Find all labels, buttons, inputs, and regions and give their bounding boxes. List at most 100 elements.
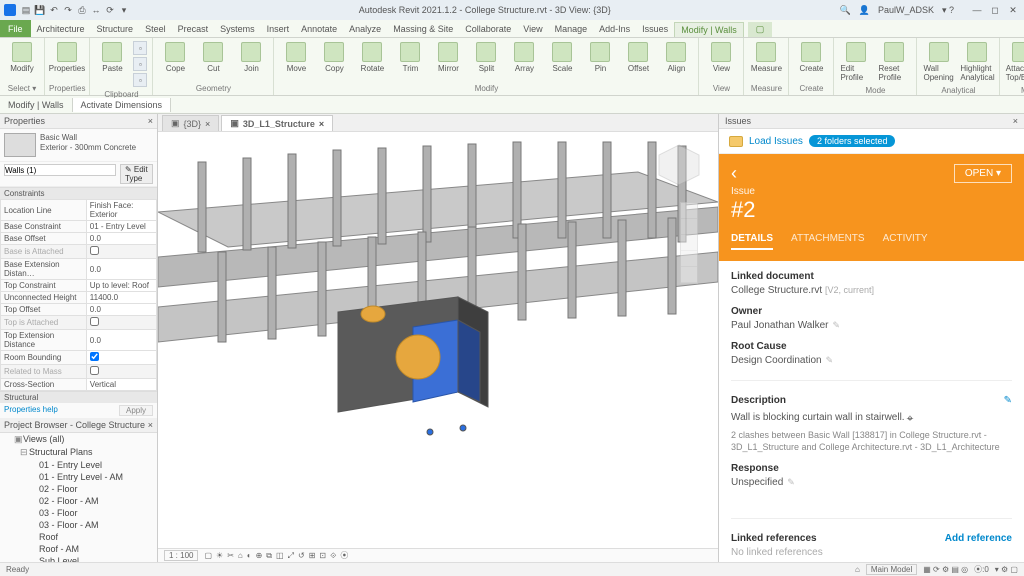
nav-pan-icon[interactable] bbox=[681, 219, 697, 235]
ribbon-tab-add-ins[interactable]: Add-Ins bbox=[593, 22, 636, 37]
ribbon-tab-issues[interactable]: Issues bbox=[636, 22, 674, 37]
ribbon-button-trim[interactable]: Trim bbox=[392, 40, 428, 75]
ribbon-button-pin[interactable]: Pin bbox=[582, 40, 618, 75]
ribbon-button-copy[interactable]: Copy bbox=[316, 40, 352, 75]
prop-value[interactable] bbox=[86, 365, 156, 379]
ribbon-small-cut[interactable]: ▫ bbox=[133, 41, 147, 55]
view-control-icon-8[interactable]: ⤢ bbox=[288, 551, 294, 560]
ribbon-button-modify[interactable]: Modify bbox=[4, 40, 40, 75]
ribbon-context-box[interactable]: ▢ bbox=[748, 22, 773, 37]
prop-value[interactable]: Up to level: Roof bbox=[86, 280, 156, 292]
root-cause-edit-icon[interactable]: ✎ bbox=[826, 355, 834, 365]
prop-checkbox[interactable] bbox=[90, 366, 99, 375]
ribbon-button-reset-profile[interactable]: Reset Profile bbox=[876, 40, 912, 84]
ribbon-tab-architecture[interactable]: Architecture bbox=[31, 22, 91, 37]
status-model-selector[interactable]: Main Model bbox=[866, 564, 917, 575]
properties-filter[interactable] bbox=[4, 164, 116, 176]
view-control-icon-4[interactable]: ◐ bbox=[247, 551, 252, 560]
quick-access-toolbar[interactable]: ▤ 💾 ↶ ↷ ⎙ ↔ ⟳ ▾ bbox=[20, 4, 130, 16]
qat-print-icon[interactable]: ⎙ bbox=[76, 4, 88, 16]
qat-sync-icon[interactable]: ⟳ bbox=[104, 4, 116, 16]
prop-row[interactable]: Top Offset0.0 bbox=[1, 304, 157, 316]
status-icons[interactable]: ▦ ⟳ ⚙ ▤ ◎ bbox=[923, 565, 968, 574]
prop-checkbox[interactable] bbox=[90, 246, 99, 255]
user-name[interactable]: PaulW_ADSK bbox=[878, 5, 934, 15]
load-issues-link[interactable]: Load Issues bbox=[749, 136, 803, 147]
ribbon-button-split[interactable]: Split bbox=[468, 40, 504, 75]
view-control-icon-13[interactable]: ⦿ bbox=[340, 551, 348, 560]
ribbon-button-mirror[interactable]: Mirror bbox=[430, 40, 466, 75]
view-tab[interactable]: ▣{3D}× bbox=[162, 115, 219, 131]
ribbon-button-cope[interactable]: Cope bbox=[157, 40, 193, 75]
prop-value[interactable] bbox=[86, 245, 156, 259]
qat-open-icon[interactable]: ▤ bbox=[20, 4, 32, 16]
prop-row[interactable]: Base Extension Distan…0.0 bbox=[1, 259, 157, 280]
owner-edit-icon[interactable]: ✎ bbox=[832, 320, 840, 330]
view-control-icon-10[interactable]: ⊞ bbox=[309, 551, 316, 560]
qat-undo-icon[interactable]: ↶ bbox=[48, 4, 60, 16]
view-tab[interactable]: ▣3D_L1_Structure× bbox=[221, 115, 333, 131]
prop-row[interactable]: Unconnected Height11400.0 bbox=[1, 292, 157, 304]
prop-row[interactable]: Room Bounding bbox=[1, 351, 157, 365]
prop-value[interactable]: 0.0 bbox=[86, 330, 156, 351]
browser-node[interactable]: ⊟Structural Plans bbox=[0, 446, 157, 459]
ribbon-small-match[interactable]: ▫ bbox=[133, 73, 147, 87]
prop-value[interactable]: 01 - Entry Level bbox=[86, 221, 156, 233]
browser-node[interactable]: 03 - Floor - AM bbox=[0, 519, 157, 531]
view-scale[interactable]: 1 : 100 bbox=[164, 550, 198, 561]
add-reference-button[interactable]: Add reference bbox=[945, 533, 1012, 547]
ribbon-button-move[interactable]: Move bbox=[278, 40, 314, 75]
ribbon-button-highlight-analytical[interactable]: Highlight Analytical bbox=[959, 40, 995, 84]
issues-load-row[interactable]: Load Issues 2 folders selected bbox=[719, 129, 1024, 154]
view-control-icon-12[interactable]: ⟐ bbox=[330, 551, 336, 560]
description-edit-icon[interactable]: ✎ bbox=[1004, 395, 1012, 406]
ribbon-tab-massing-site[interactable]: Massing & Site bbox=[387, 22, 459, 37]
nav-look-icon[interactable] bbox=[681, 267, 697, 283]
view-control-bar[interactable]: 1 : 100 ▢☀✂⌂◐⊕⧉◫⤢↺⊞⊡⟐⦿ bbox=[158, 548, 718, 562]
browser-node[interactable]: 02 - Floor bbox=[0, 483, 157, 495]
view-control-icon-5[interactable]: ⊕ bbox=[256, 551, 263, 560]
qat-measure-icon[interactable]: ↔ bbox=[90, 4, 102, 16]
browser-node[interactable]: 02 - Floor - AM bbox=[0, 495, 157, 507]
activate-dimensions-button[interactable]: Activate Dimensions bbox=[73, 98, 172, 112]
view-control-icon-11[interactable]: ⊡ bbox=[319, 551, 326, 560]
issues-panel-close-icon[interactable]: × bbox=[1013, 116, 1018, 126]
nav-zoom-icon[interactable] bbox=[681, 235, 697, 251]
ribbon-small-copy[interactable]: ▫ bbox=[133, 57, 147, 71]
ribbon-tab-manage[interactable]: Manage bbox=[549, 22, 594, 37]
prop-row[interactable]: Cross-SectionVertical bbox=[1, 379, 157, 391]
browser-node[interactable]: Roof - AM bbox=[0, 543, 157, 555]
ribbon-tab-systems[interactable]: Systems bbox=[214, 22, 261, 37]
browser-node[interactable]: 01 - Entry Level - AM bbox=[0, 471, 157, 483]
prop-section-structural[interactable]: Structural bbox=[0, 391, 157, 403]
ribbon-button-view[interactable]: View bbox=[703, 40, 739, 75]
ribbon-button-paste[interactable]: Paste bbox=[94, 40, 130, 88]
ribbon-button-properties[interactable]: Properties bbox=[49, 40, 85, 75]
issue-tab-details[interactable]: DETAILS bbox=[731, 233, 773, 250]
browser-node[interactable]: Sub Level bbox=[0, 555, 157, 562]
3d-viewport[interactable] bbox=[158, 132, 718, 548]
view-control-icon-3[interactable]: ⌂ bbox=[238, 551, 243, 560]
response-edit-icon[interactable]: ✎ bbox=[787, 477, 795, 487]
ribbon-tab-analyze[interactable]: Analyze bbox=[343, 22, 387, 37]
view-tab-close-icon[interactable]: × bbox=[205, 119, 210, 129]
prop-row[interactable]: Base Offset0.0 bbox=[1, 233, 157, 245]
qat-save-icon[interactable]: 💾 bbox=[34, 4, 46, 16]
properties-close-icon[interactable]: × bbox=[148, 116, 153, 126]
prop-row[interactable]: Related to Mass bbox=[1, 365, 157, 379]
ribbon-tab-view[interactable]: View bbox=[517, 22, 548, 37]
project-browser-tree[interactable]: ▣Views (all)⊟Structural Plans01 - Entry … bbox=[0, 433, 157, 562]
qat-more-icon[interactable]: ▾ bbox=[118, 4, 130, 16]
close-button[interactable]: ✕ bbox=[1006, 5, 1020, 16]
prop-row[interactable]: Top Extension Distance0.0 bbox=[1, 330, 157, 351]
issue-status-dropdown[interactable]: OPEN ▾ bbox=[954, 164, 1012, 183]
navigation-bar[interactable] bbox=[680, 202, 698, 284]
description-value[interactable]: Wall is blocking curtain wall in stairwe… bbox=[731, 412, 905, 423]
prop-value[interactable]: 0.0 bbox=[86, 233, 156, 245]
ribbon-tab-collaborate[interactable]: Collaborate bbox=[459, 22, 517, 37]
view-control-icon-0[interactable]: ▢ bbox=[204, 551, 212, 560]
ribbon-button-edit-profile[interactable]: Edit Profile bbox=[838, 40, 874, 84]
view-control-icon-2[interactable]: ✂ bbox=[227, 551, 234, 560]
view-control-icon-1[interactable]: ☀ bbox=[216, 551, 223, 560]
browser-node[interactable]: 01 - Entry Level bbox=[0, 459, 157, 471]
